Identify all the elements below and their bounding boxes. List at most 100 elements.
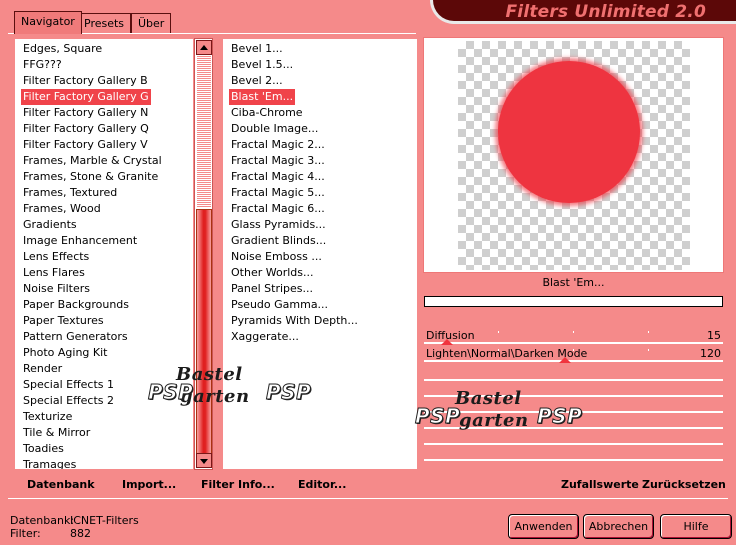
filter-item[interactable]: Fractal Magic 3... [229, 153, 327, 169]
filter-item[interactable]: Fractal Magic 6... [229, 201, 327, 217]
category-item[interactable]: Filter Factory Gallery N [21, 105, 150, 121]
filter-item[interactable]: Fractal Magic 5... [229, 185, 327, 201]
tab-label: Navigator [21, 15, 75, 28]
slider-knob[interactable] [558, 357, 571, 363]
filter-info-button[interactable]: Filter Info... [201, 478, 275, 491]
preview-canvas [458, 41, 690, 270]
help-button[interactable]: Hilfe [660, 514, 732, 539]
category-item[interactable]: Frames, Textured [21, 185, 119, 201]
filter-item[interactable]: Fractal Magic 4... [229, 169, 327, 185]
category-item[interactable]: Filter Factory Gallery G [21, 89, 151, 105]
category-item[interactable]: Special Effects 1 [21, 377, 116, 393]
watermark-badge: PSP [147, 380, 194, 405]
empty-slider-row [424, 459, 723, 461]
status-filter-label: Filter: [10, 527, 41, 540]
category-item[interactable]: Edges, Square [21, 41, 104, 57]
filter-item[interactable]: Xaggerate... [229, 329, 301, 345]
filter-item[interactable]: Pseudo Gamma... [229, 297, 330, 313]
slider-track[interactable] [424, 360, 723, 362]
category-item[interactable]: Filter Factory Gallery B [21, 73, 150, 89]
preview-image [498, 61, 640, 203]
tab-label: Über [138, 17, 165, 30]
filter-item[interactable]: Glass Pyramids... [229, 217, 328, 233]
category-item[interactable]: Paper Textures [21, 313, 106, 329]
slider-knob[interactable] [441, 339, 454, 345]
cancel-button[interactable]: Abbrechen [583, 514, 654, 539]
scroll-thumb[interactable] [196, 209, 212, 454]
filter-item[interactable]: Blast 'Em... [229, 89, 296, 105]
app-title: Filters Unlimited 2.0 [505, 2, 706, 22]
filter-item[interactable]: Noise Emboss ... [229, 249, 324, 265]
filter-item[interactable]: Bevel 2... [229, 73, 285, 89]
database-button[interactable]: Datenbank [27, 478, 95, 491]
category-item[interactable]: Lens Flares [21, 265, 87, 281]
list-toolbar: Datenbank Import... Filter Info... Edito… [14, 473, 418, 497]
filter-item[interactable]: Double Image... [229, 121, 320, 137]
slider-value: 120 [700, 347, 721, 360]
filter-item[interactable]: Panel Stripes... [229, 281, 315, 297]
slider-tick [573, 349, 574, 351]
divider [8, 498, 728, 499]
slider-tick [498, 331, 499, 333]
category-item[interactable]: Lens Effects [21, 249, 91, 265]
filter-item[interactable]: Gradient Blinds... [229, 233, 328, 249]
slider-tick [648, 349, 649, 351]
reset-button[interactable]: Zurücksetzen [642, 478, 726, 491]
category-item[interactable]: Tramages [21, 457, 78, 469]
status-database-label: Datenbank: [10, 514, 75, 527]
category-item[interactable]: Frames, Wood [21, 201, 103, 217]
scroll-track[interactable] [197, 56, 211, 208]
preview-frame [423, 37, 724, 273]
category-item[interactable]: Render [21, 361, 64, 377]
tab-uber[interactable]: Über [131, 13, 172, 33]
watermark-text: Bastel [455, 388, 522, 409]
empty-slider-row [424, 379, 723, 381]
filter-item[interactable]: Other Worlds... [229, 265, 315, 281]
category-item[interactable]: Gradients [21, 217, 79, 233]
slider-tick [573, 331, 574, 333]
category-item[interactable]: Frames, Marble & Crystal [21, 153, 164, 169]
category-item[interactable]: Filter Factory Gallery Q [21, 121, 151, 137]
slider-tick [498, 349, 499, 351]
empty-slider-row [424, 443, 723, 445]
progress-bar [424, 296, 723, 307]
filter-item[interactable]: Bevel 1.5... [229, 57, 295, 73]
category-item[interactable]: Pattern Generators [21, 329, 130, 345]
category-item[interactable]: Photo Aging Kit [21, 345, 109, 361]
title-banner: Filters Unlimited 2.0 [430, 0, 736, 24]
filter-item[interactable]: Fractal Magic 2... [229, 137, 327, 153]
category-item[interactable]: Special Effects 2 [21, 393, 116, 409]
status-database-value: ICNET-Filters [70, 514, 139, 527]
slider-track[interactable] [424, 342, 723, 344]
category-item[interactable]: Toadies [21, 441, 66, 457]
scroll-down-button[interactable] [196, 453, 212, 468]
slider-value: 15 [707, 329, 721, 342]
filter-item[interactable]: Ciba-Chrome [229, 105, 305, 121]
category-item[interactable]: FFG??? [21, 57, 64, 73]
tab-presets[interactable]: Presets [77, 13, 132, 33]
editor-button[interactable]: Editor... [298, 478, 346, 491]
slider-diffusion[interactable]: Diffusion 15 [423, 328, 724, 345]
random-values-button[interactable]: Zufallswerte [561, 478, 639, 491]
watermark-text: garten [459, 410, 529, 431]
filter-item[interactable]: Pyramids With Depth... [229, 313, 360, 329]
category-item[interactable]: Image Enhancement [21, 233, 139, 249]
slider-mode[interactable]: Lighten\Normal\Darken Mode 120 [423, 346, 724, 363]
category-item[interactable]: Frames, Stone & Granite [21, 169, 160, 185]
filter-item[interactable]: Bevel 1... [229, 41, 285, 57]
watermark-badge: PSP [414, 404, 461, 429]
status-filter-count: 882 [70, 527, 91, 540]
import-button[interactable]: Import... [122, 478, 176, 491]
category-item[interactable]: Paper Backgrounds [21, 297, 131, 313]
watermark-logo: Bastel garten PSP PSP [147, 364, 312, 416]
watermark-badge: PSP [536, 404, 583, 429]
apply-button[interactable]: Anwenden [508, 514, 579, 539]
scroll-up-button[interactable] [196, 40, 212, 55]
category-item[interactable]: Noise Filters [21, 281, 92, 297]
watermark-badge: PSP [265, 380, 312, 405]
category-item[interactable]: Tile & Mirror [21, 425, 92, 441]
category-item[interactable]: Texturize [21, 409, 74, 425]
slider-tick [648, 331, 649, 333]
tab-navigator[interactable]: Navigator [14, 11, 82, 34]
category-item[interactable]: Filter Factory Gallery V [21, 137, 150, 153]
